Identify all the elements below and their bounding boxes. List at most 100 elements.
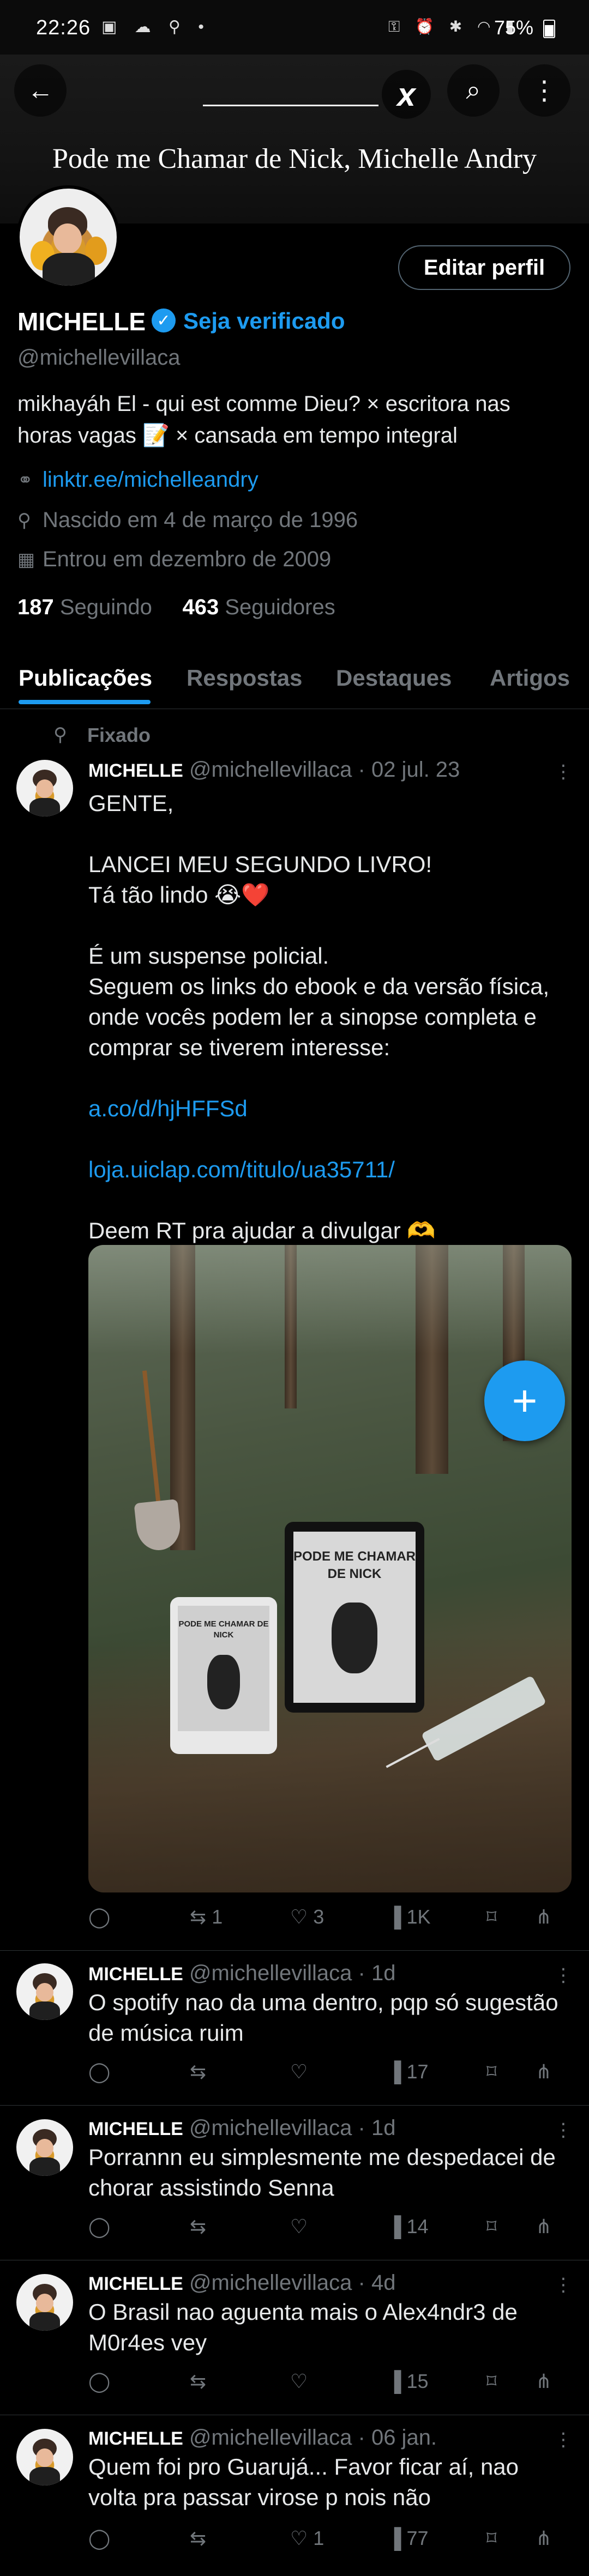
tweet-media-image[interactable]: PODE ME CHAMAR DE NICK PODE ME CHAMAR DE… [88, 1245, 572, 1892]
website-link[interactable]: linktr.ee/michelleandry [43, 468, 259, 492]
back-button[interactable]: ← [14, 64, 67, 117]
tweet-author-handle[interactable]: @michellevillaca [189, 758, 352, 782]
retweet-icon[interactable]: ⇆ [190, 2060, 206, 2083]
tweet-date[interactable]: · 02 jul. 23 [358, 758, 460, 782]
reply-icon[interactable]: ◯ [88, 2370, 110, 2393]
more-options-button[interactable]: ⋮ [518, 64, 570, 117]
bookmark-icon[interactable]: ⌑ [486, 2527, 496, 2550]
edit-profile-button[interactable]: Editar perfil [398, 245, 570, 290]
tab-respostas[interactable]: Respostas [187, 665, 302, 691]
banner-title: Pode me Chamar de Nick, Michelle Andry [52, 143, 537, 174]
tweet-body: Quem foi pro Guarujá... Favor ficar aí, … [88, 2454, 519, 2510]
following-link[interactable]: 187 Seguindo [17, 595, 152, 619]
tab-publicacoes[interactable]: Publicações [19, 665, 152, 691]
heart-icon[interactable]: ♡ [290, 2060, 308, 2083]
joined-text: Entrou em dezembro de 2009 [43, 547, 332, 571]
tweet-link-loja[interactable]: loja.uiclap.com/titulo/ua35711/ [88, 1154, 568, 1185]
like-button[interactable]: ♡ 3 [290, 1906, 324, 1928]
heart-icon[interactable]: ♡ [290, 2215, 308, 2238]
retweet-icon[interactable]: ⇆ [190, 2215, 206, 2238]
tweet-author-handle[interactable]: @michellevillaca [189, 2271, 352, 2295]
tweet-author-handle[interactable]: @michellevillaca [189, 2426, 352, 2450]
tweet-link-ebook[interactable]: a.co/d/hjHFFSd [88, 1093, 568, 1124]
followers-link[interactable]: 463 Seguidores [183, 595, 335, 619]
tweet-actions: ◯ ⇆ ♡ ▐ 14 ⌑ ⋔ [88, 2215, 568, 2242]
views-button[interactable]: ▐ 77 [387, 2527, 429, 2550]
tweet-date[interactable]: · 4d [358, 2271, 396, 2295]
retweet-icon[interactable]: ⇆ [190, 2527, 206, 2550]
pinned-label: Fixado [87, 724, 151, 746]
get-verified-link[interactable]: Seja verificado [183, 308, 345, 334]
profile-bio: mikhayáh El - qui est comme Dieu? × escr… [17, 388, 568, 451]
link-icon: ⚭ [17, 469, 33, 491]
tweet-body: O Brasil nao aguenta mais o Alex4ndr3 de… [88, 2299, 518, 2355]
reply-icon[interactable]: ◯ [88, 2060, 110, 2083]
tweet-author-name[interactable]: MICHELLE [88, 1964, 183, 1985]
reply-icon[interactable]: ◯ [88, 2527, 110, 2550]
tweet-actions: ◯ ⇆ ♡ ▐ 17 ⌑ ⋔ [88, 2060, 568, 2088]
profile-tabs: Publicações Respostas Destaques Artigos [0, 649, 589, 709]
active-tab-indicator [19, 700, 151, 704]
reply-icon[interactable]: ◯ [88, 1906, 110, 1928]
profile-handle: @michellevillaca [17, 346, 181, 370]
tweet-avatar[interactable] [16, 760, 73, 817]
bookmark-icon[interactable]: ⌑ [486, 1906, 496, 1928]
tweet-date[interactable]: · 1d [358, 2116, 396, 2140]
like-button[interactable]: ♡ 1 [290, 2527, 324, 2550]
tweet-author-name[interactable]: MICHELLE [88, 2119, 183, 2139]
bio-line-2: horas vagas 📝 × cansada em tempo integra… [17, 424, 458, 448]
tweet-avatar[interactable] [16, 2429, 73, 2486]
tweet-more-icon[interactable]: ⋮ [554, 761, 573, 783]
share-icon[interactable]: ⋔ [536, 2527, 552, 2550]
share-icon[interactable]: ⋔ [536, 2215, 552, 2238]
views-button[interactable]: ▐ 15 [387, 2370, 429, 2393]
tweet-author-handle[interactable]: @michellevillaca [189, 2116, 352, 2140]
tweet-author-name[interactable]: MICHELLE [88, 2273, 183, 2294]
tweet-date[interactable]: · 1d [358, 1961, 396, 1985]
tab-destaques[interactable]: Destaques [336, 665, 452, 691]
tweet-actions: ◯ ⇆ ♡ ▐ 15 ⌑ ⋔ [88, 2370, 568, 2397]
bookmark-icon[interactable]: ⌑ [486, 2215, 496, 2238]
status-time: 22:26 [36, 16, 91, 39]
plus-icon: + [512, 1376, 538, 1425]
tweet-header: MICHELLE @michellevillaca · 4d [88, 2271, 395, 2295]
retweet-icon[interactable]: ⇆ [190, 2370, 206, 2393]
tweet-avatar[interactable] [16, 2274, 73, 2331]
search-button[interactable]: ⌕ [447, 64, 500, 117]
views-button[interactable]: ▐ 14 [387, 2215, 429, 2238]
retweet-button[interactable]: ⇆ 1 [190, 1906, 223, 1928]
share-icon[interactable]: ⋔ [536, 2370, 552, 2393]
bookmark-icon[interactable]: ⌑ [486, 2060, 496, 2083]
tweet-author-name[interactable]: MICHELLE [88, 2428, 183, 2449]
heart-icon[interactable]: ♡ [290, 2370, 308, 2393]
tweet-author-name[interactable]: MICHELLE [88, 760, 183, 781]
tweet-more-icon[interactable]: ⋮ [554, 2274, 573, 2296]
tweet-author-handle[interactable]: @michellevillaca [189, 1961, 352, 1985]
tweet-more-icon[interactable]: ⋮ [554, 2119, 573, 2141]
tweet-more-icon[interactable]: ⋮ [554, 2429, 573, 2451]
views-button[interactable]: ▐ 1K [387, 1906, 431, 1928]
bio-line-1: mikhayáh El - qui est comme Dieu? × escr… [17, 392, 510, 416]
tweet-more-icon[interactable]: ⋮ [554, 1964, 573, 1986]
profile-website[interactable]: ⚭ linktr.ee/michelleandry [17, 468, 259, 492]
compose-fab-button[interactable]: + [484, 1360, 565, 1441]
battery-percent: 75% [494, 16, 534, 39]
tweet-avatar[interactable] [16, 2119, 73, 2176]
share-icon[interactable]: ⋔ [536, 1906, 552, 1928]
tweet-date[interactable]: · 06 jan. [358, 2426, 437, 2450]
heart-icon: ♡ [290, 1906, 308, 1928]
status-bar: 22:26 ▣ ☁ ⚲ • ⚿ ⏰ ✱ ◠ ▮ 75% [0, 0, 589, 55]
views-icon: ▐ [387, 2370, 401, 2392]
tweet-header: MICHELLE @michellevillaca · 02 jul. 23 [88, 758, 460, 782]
tweet-body: Porrannn eu simplesmente me despedacei d… [88, 2144, 556, 2200]
profile-avatar[interactable] [16, 185, 120, 289]
views-icon: ▐ [387, 2060, 401, 2083]
bookmark-icon[interactable]: ⌑ [486, 2370, 496, 2393]
tab-artigos[interactable]: Artigos [490, 665, 570, 691]
share-icon[interactable]: ⋔ [536, 2060, 552, 2083]
tweet-avatar[interactable] [16, 1963, 73, 2020]
reply-icon[interactable]: ◯ [88, 2215, 110, 2238]
ereader-large: PODE ME CHAMAR DE NICK [285, 1522, 424, 1713]
tweet-body: GENTE, LANCEI MEU SEGUNDO LIVRO! Tá tão … [88, 788, 568, 1246]
views-button[interactable]: ▐ 17 [387, 2060, 429, 2083]
